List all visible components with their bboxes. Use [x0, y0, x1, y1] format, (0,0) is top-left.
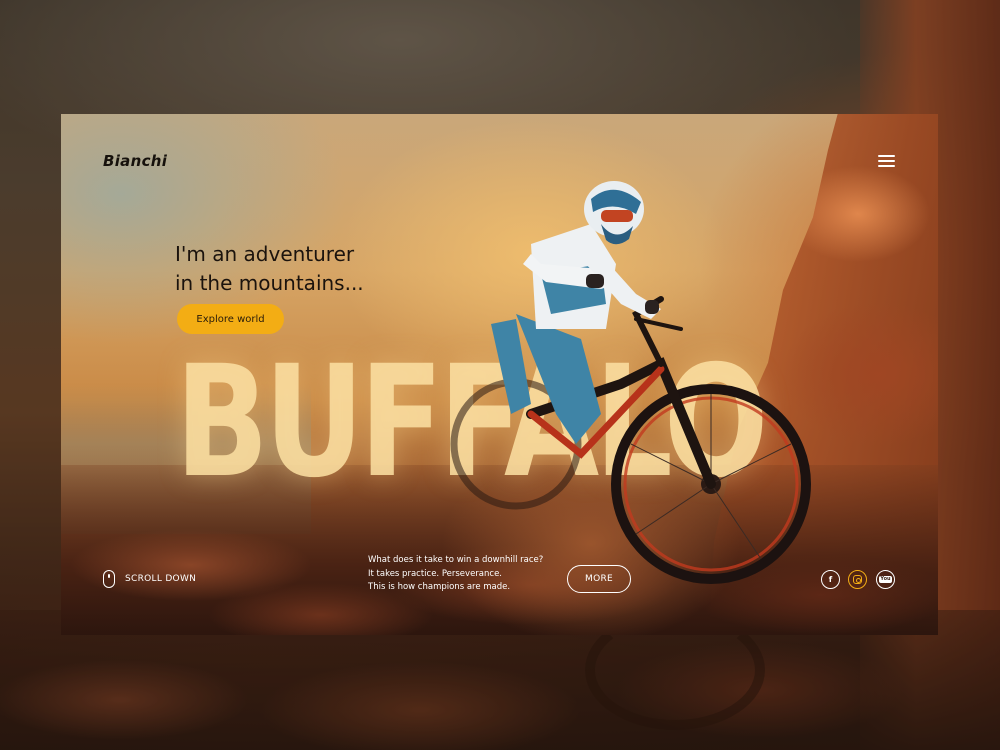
headline-line-2: in the mountains... [175, 271, 364, 295]
hero-card: BUFFALO Bianchi I'm an adventurer in the… [61, 114, 938, 635]
tagline-line-2: It takes practice. Perseverance. [368, 568, 502, 579]
hero-big-word: BUFFALO [175, 333, 769, 512]
brand-logo[interactable]: Bianchi [103, 152, 167, 170]
tagline: What does it take to win a downhill race… [368, 554, 568, 595]
scroll-down-label: SCROLL DOWN [125, 574, 197, 584]
facebook-glyph: f [828, 575, 833, 584]
mouse-icon [103, 570, 115, 588]
tagline-line-1: What does it take to win a downhill race… [368, 555, 544, 565]
scroll-down-control[interactable]: SCROLL DOWN [103, 570, 196, 588]
youtube-glyph: You [878, 576, 893, 583]
youtube-icon[interactable]: You [876, 570, 895, 589]
rider-helmet [584, 181, 644, 245]
facebook-icon[interactable]: f [821, 570, 840, 589]
tagline-line-3: This is how champions are made. [368, 582, 511, 592]
instagram-glyph [853, 575, 862, 584]
more-button[interactable]: MORE [567, 565, 631, 593]
headline-line-1: I'm an adventurer [175, 242, 355, 266]
instagram-icon[interactable] [848, 570, 867, 589]
hamburger-menu-icon[interactable] [878, 155, 895, 167]
explore-world-button[interactable]: Explore world [177, 304, 284, 334]
hero-headline: I'm an adventurer in the mountains... [175, 240, 435, 298]
